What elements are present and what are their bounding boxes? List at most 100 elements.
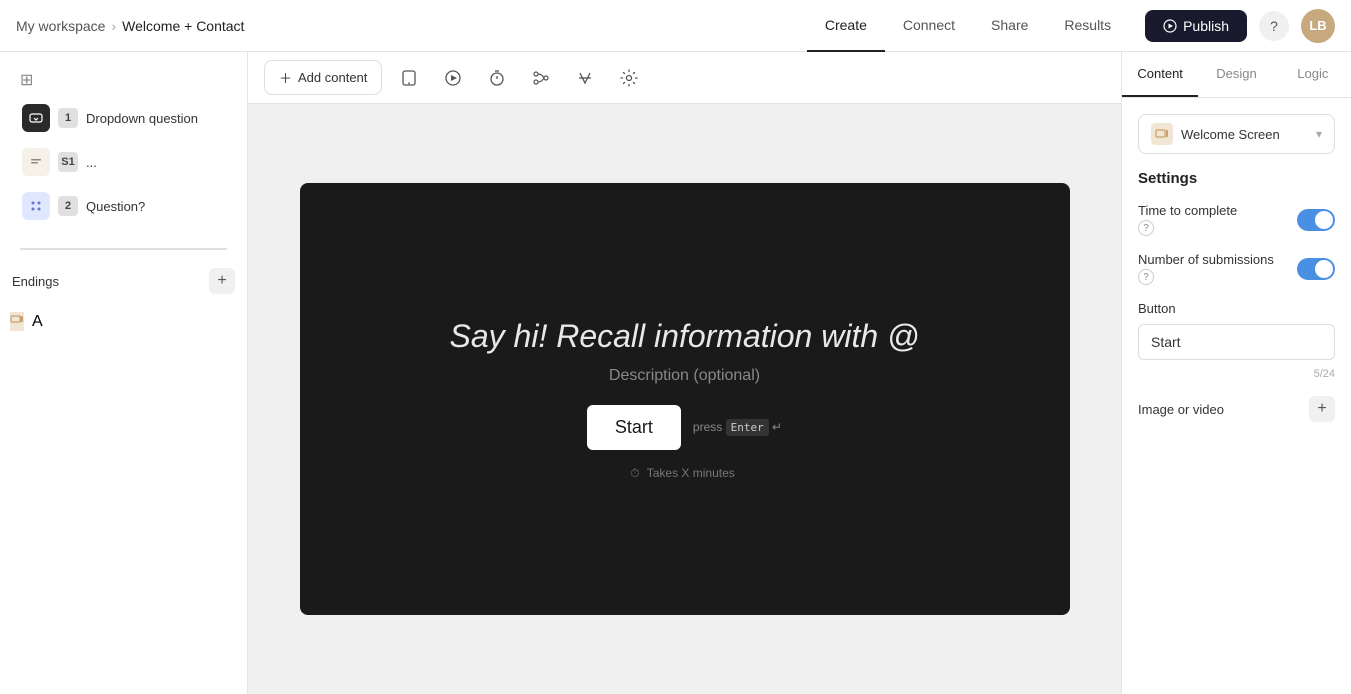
panel-tab-logic[interactable]: Logic — [1275, 52, 1351, 97]
tab-connect[interactable]: Connect — [885, 0, 973, 52]
time-to-complete-info: Time to complete ? — [1138, 203, 1237, 236]
button-section: Button 5/24 — [1138, 301, 1335, 380]
screen-selector-label: Welcome Screen — [1181, 127, 1280, 142]
item-2-badge: 2 — [58, 196, 78, 216]
sidebar-item-s1[interactable]: S1 ... — [12, 140, 235, 184]
right-panel: Content Design Logic Welcome Screen ▾ Se… — [1121, 52, 1351, 694]
workspace-link[interactable]: My workspace — [16, 18, 105, 34]
settings-section: Settings — [1138, 170, 1335, 187]
item-s1-type-icon — [22, 148, 50, 176]
settings-button[interactable] — [612, 61, 646, 95]
panel-tabs: Content Design Logic — [1122, 52, 1351, 98]
takes-time: ⏱ Takes X minutes — [630, 466, 739, 481]
panel-body: Welcome Screen ▾ Settings Time to comple… — [1122, 98, 1351, 438]
screen-type-icon — [1151, 123, 1173, 145]
canvas-toolbar: ＋ Add content — [248, 52, 1121, 104]
avatar-button[interactable]: LB — [1301, 9, 1335, 43]
play-preview-icon — [444, 69, 462, 87]
sidebar-item-1[interactable]: 1 Dropdown question — [12, 96, 235, 140]
item-1-badge: 1 — [58, 108, 78, 128]
canvas-wrapper: Say hi! Recall information with @ Descri… — [248, 104, 1121, 694]
time-to-complete-label: Time to complete — [1138, 203, 1237, 218]
breadcrumb: My workspace › Welcome + Contact — [16, 18, 807, 34]
button-text-input[interactable] — [1138, 324, 1335, 360]
tab-share[interactable]: Share — [973, 0, 1046, 52]
num-submissions-row: Number of submissions ? — [1138, 252, 1335, 285]
device-preview-button[interactable] — [392, 61, 426, 95]
help-icon: ? — [1270, 18, 1278, 34]
dropdown-icon — [29, 111, 43, 125]
welcome-screen-icon — [1155, 127, 1169, 141]
grid-icon: ⊞ — [20, 70, 33, 90]
statement-icon — [29, 155, 43, 169]
takes-time-text: Takes X minutes — [647, 466, 735, 480]
gear-icon — [620, 69, 638, 87]
play-preview-button[interactable] — [436, 61, 470, 95]
help-button[interactable]: ? — [1259, 11, 1289, 41]
panel-tab-content[interactable]: Content — [1122, 52, 1198, 97]
press-hint: press Enter ↵ — [693, 420, 782, 434]
form-title: Say hi! Recall information with @ — [450, 318, 920, 355]
plus-icon: ＋ — [279, 68, 292, 87]
add-media-button[interactable]: + — [1309, 396, 1335, 422]
num-submissions-label: Number of submissions — [1138, 252, 1274, 267]
device-icon — [400, 69, 418, 87]
screen-selector[interactable]: Welcome Screen ▾ — [1138, 114, 1335, 154]
sidebar-ending-item-a[interactable]: A — [0, 304, 247, 339]
sidebar-top: ⊞ 1 Dropdown question — [0, 52, 247, 240]
form-canvas: Say hi! Recall information with @ Descri… — [300, 183, 1070, 615]
publish-label: Publish — [1183, 18, 1229, 34]
settings-title: Settings — [1138, 170, 1335, 187]
num-submissions-info: Number of submissions ? — [1138, 252, 1274, 285]
num-submissions-help-icon[interactable]: ? — [1138, 269, 1154, 285]
clock-icon: ⏱ — [630, 466, 639, 480]
add-content-label: Add content — [298, 70, 367, 85]
nav-tabs: Create Connect Share Results — [807, 0, 1129, 52]
add-ending-button[interactable]: + — [209, 268, 235, 294]
main-layout: ⊞ 1 Dropdown question — [0, 52, 1351, 694]
topbar: My workspace › Welcome + Contact Create … — [0, 0, 1351, 52]
canvas-area: ＋ Add content — [248, 52, 1121, 694]
item-2-type-icon — [22, 192, 50, 220]
item-s1-label: ... — [86, 155, 97, 170]
item-s1-badge: S1 — [58, 152, 78, 172]
button-section-label: Button — [1138, 301, 1335, 316]
item-1-type-icon — [22, 104, 50, 132]
sidebar-item-2[interactable]: 2 Question? — [12, 184, 235, 228]
chevron-down-icon: ▾ — [1316, 127, 1322, 141]
variables-button[interactable] — [568, 61, 602, 95]
button-char-count: 5/24 — [1138, 368, 1335, 380]
item-1-label: Dropdown question — [86, 111, 198, 126]
ending-icon — [10, 312, 24, 326]
avatar-initials: LB — [1309, 18, 1326, 33]
image-video-row: Image or video + — [1138, 396, 1335, 422]
time-to-complete-help-icon[interactable]: ? — [1138, 220, 1154, 236]
publish-button[interactable]: Publish — [1145, 10, 1247, 42]
image-video-label: Image or video — [1138, 402, 1224, 417]
start-button[interactable]: Start — [587, 405, 681, 450]
play-icon — [1163, 19, 1177, 33]
logic-button[interactable] — [524, 61, 558, 95]
sidebar: ⊞ 1 Dropdown question — [0, 52, 248, 694]
time-to-complete-row: Time to complete ? — [1138, 203, 1335, 236]
endings-label: Endings — [12, 274, 59, 289]
form-description: Description (optional) — [609, 367, 760, 385]
item-2-label: Question? — [86, 199, 145, 214]
sidebar-divider — [20, 248, 227, 250]
start-btn-row: Start press Enter ↵ — [587, 405, 782, 450]
variables-icon — [576, 69, 594, 87]
topbar-right: Publish ? LB — [1145, 9, 1335, 43]
add-content-button[interactable]: ＋ Add content — [264, 60, 382, 95]
breadcrumb-current: Welcome + Contact — [122, 18, 244, 34]
tab-create[interactable]: Create — [807, 0, 885, 52]
timer-button[interactable] — [480, 61, 514, 95]
tab-results[interactable]: Results — [1046, 0, 1129, 52]
timer-icon — [488, 69, 506, 87]
ending-badge: A — [32, 313, 43, 331]
multi-icon — [29, 199, 43, 213]
time-to-complete-toggle[interactable] — [1297, 209, 1335, 231]
panel-tab-design[interactable]: Design — [1198, 52, 1274, 97]
num-submissions-toggle[interactable] — [1297, 258, 1335, 280]
ending-type-icon — [10, 312, 24, 331]
logic-icon — [532, 69, 550, 87]
